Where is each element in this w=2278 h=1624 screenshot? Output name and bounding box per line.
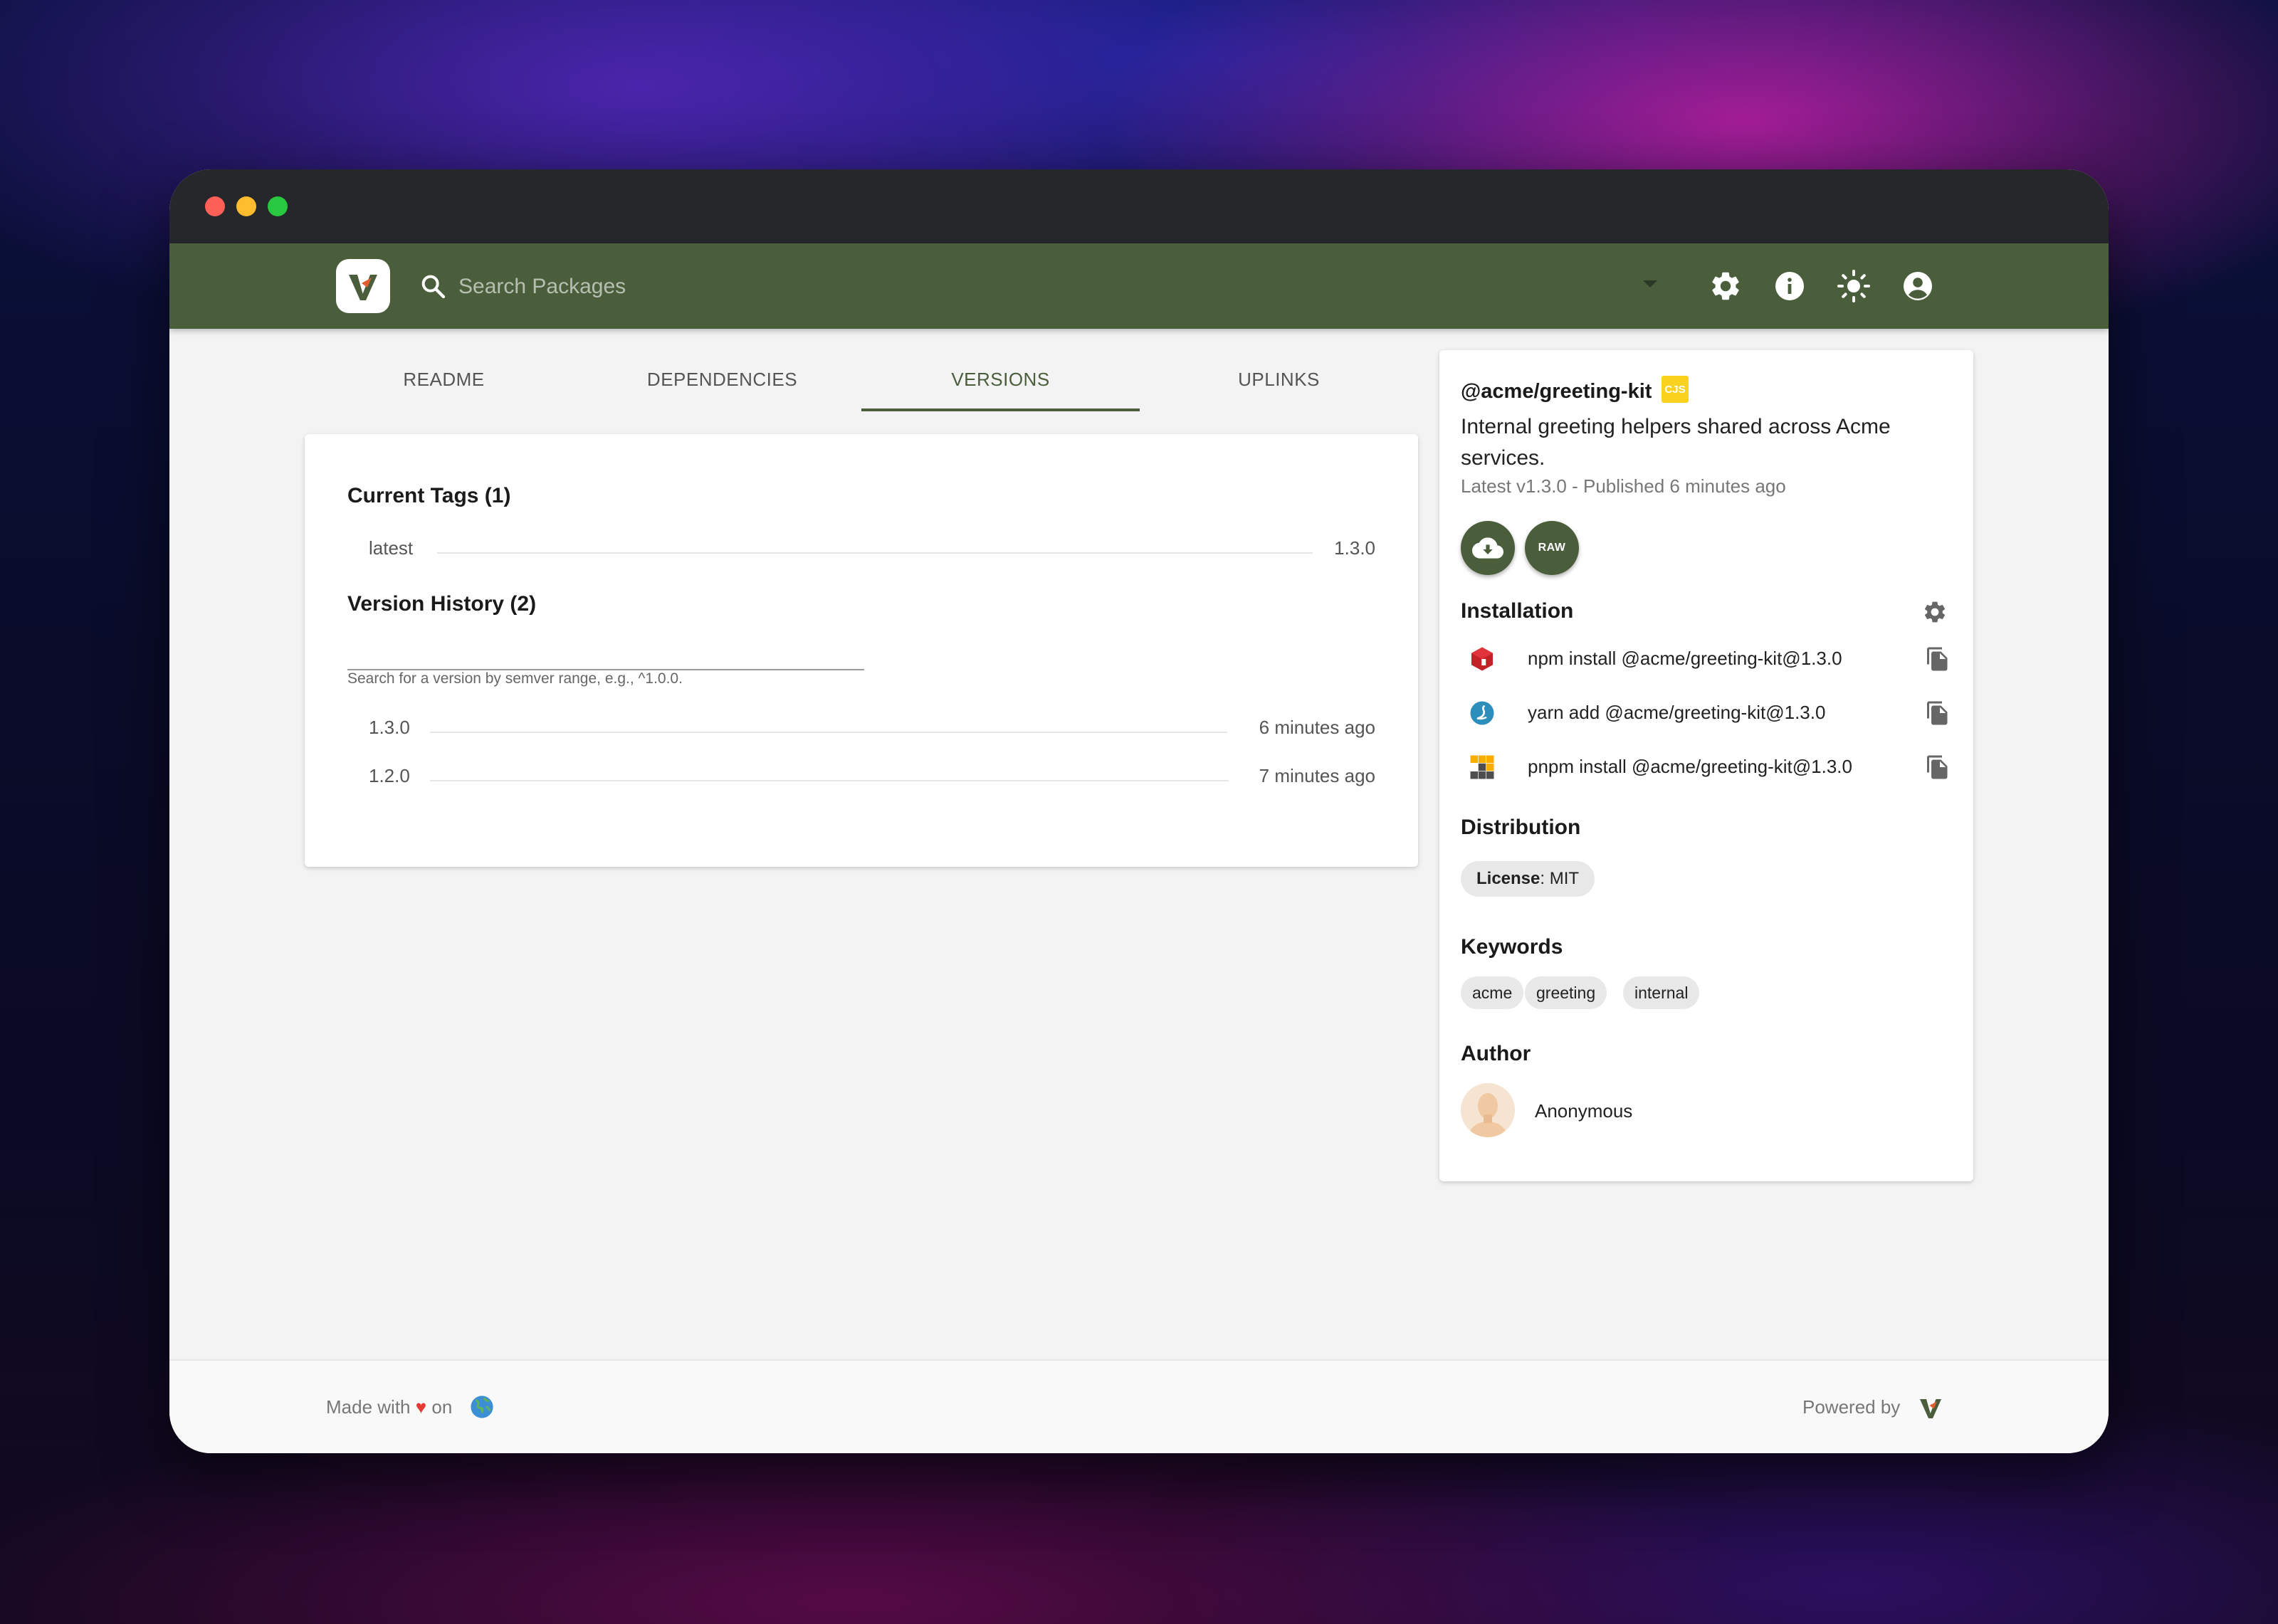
license-label: License xyxy=(1476,869,1540,888)
active-tab-indicator xyxy=(861,408,1140,411)
on-text: on xyxy=(431,1396,453,1418)
npm-icon xyxy=(1471,647,1493,671)
version-history-title: Version History (2) xyxy=(347,592,537,616)
tab-dependencies[interactable]: DEPENDENCIES xyxy=(583,353,861,406)
version-row-divider xyxy=(430,732,1227,733)
raw-label: RAW xyxy=(1538,542,1566,554)
cloud-download-icon xyxy=(1472,537,1503,559)
package-latest-meta: Latest v1.3.0 - Published 6 minutes ago xyxy=(1461,475,1786,497)
install-command-pnpm: pnpm install @acme/greeting-kit@1.3.0 xyxy=(1461,746,1952,789)
copy-icon[interactable] xyxy=(1925,700,1951,726)
verdaccio-logo[interactable] xyxy=(336,259,390,313)
author-avatar xyxy=(1461,1083,1515,1137)
search-icon xyxy=(421,275,446,299)
tab-readme[interactable]: README xyxy=(305,353,583,406)
package-description: Internal greeting helpers shared across … xyxy=(1461,415,1891,470)
cjs-module-badge: CJS xyxy=(1662,376,1689,403)
search-dropdown-icon[interactable] xyxy=(1643,280,1657,288)
tag-row-divider xyxy=(437,552,1313,554)
close-window-button[interactable] xyxy=(205,196,225,216)
current-tags-title: Current Tags (1) xyxy=(347,484,511,507)
made-with-text: Made with xyxy=(326,1396,411,1418)
settings-icon[interactable] xyxy=(1708,269,1743,303)
minimize-window-button[interactable] xyxy=(236,196,256,216)
tag-version-link[interactable]: 1.3.0 xyxy=(1334,537,1375,559)
keyword-chip[interactable]: greeting xyxy=(1525,976,1607,1009)
page-footer: Made with ♥ on Powered by xyxy=(169,1359,2109,1453)
tag-name: latest xyxy=(369,537,414,559)
maximize-window-button[interactable] xyxy=(268,196,288,216)
version-time: 6 minutes ago xyxy=(1259,717,1375,738)
install-command-yarn: yarn add @acme/greeting-kit@1.3.0 xyxy=(1461,692,1952,734)
install-command-text: yarn add @acme/greeting-kit@1.3.0 xyxy=(1528,702,1826,723)
avatar-person-icon xyxy=(1461,1083,1515,1137)
copy-icon[interactable] xyxy=(1925,754,1951,780)
theme-toggle-icon[interactable] xyxy=(1837,269,1871,303)
semver-search-helper: Search for a version by semver range, e.… xyxy=(347,670,683,687)
distribution-title: Distribution xyxy=(1461,816,1581,839)
version-link[interactable]: 1.2.0 xyxy=(369,765,410,787)
tab-versions[interactable]: VERSIONS xyxy=(861,353,1140,406)
license-value: : MIT xyxy=(1540,869,1580,888)
browser-window: README DEPENDENCIES VERSIONS UPLINKS Cur… xyxy=(169,169,2109,1453)
app-header xyxy=(169,243,2109,329)
semver-search-input[interactable] xyxy=(347,638,864,670)
pnpm-icon xyxy=(1470,755,1494,779)
installation-title: Installation xyxy=(1461,599,1574,623)
package-sidebar: @acme/greeting-kit CJS Internal greeting… xyxy=(1439,350,1973,1181)
tab-uplinks[interactable]: UPLINKS xyxy=(1140,353,1418,406)
copy-icon[interactable] xyxy=(1925,646,1951,672)
powered-by-text: Powered by xyxy=(1802,1396,1901,1418)
keyword-chip[interactable]: internal xyxy=(1623,976,1700,1009)
package-name: @acme/greeting-kit xyxy=(1461,380,1652,403)
download-tarball-button[interactable] xyxy=(1461,521,1515,575)
license-chip: License: MIT xyxy=(1461,861,1595,897)
search-input[interactable] xyxy=(457,263,1642,310)
footer-made-with: Made with ♥ on xyxy=(326,1396,452,1418)
install-command-text: npm install @acme/greeting-kit@1.3.0 xyxy=(1528,648,1842,669)
account-icon[interactable] xyxy=(1901,269,1935,303)
keyword-chip[interactable]: acme xyxy=(1461,976,1524,1009)
raw-manifest-button[interactable]: RAW xyxy=(1525,521,1579,575)
yarn-icon xyxy=(1470,701,1494,725)
globe-icon xyxy=(471,1396,493,1418)
author-name: Anonymous xyxy=(1535,1100,1633,1122)
verdaccio-footer-logo[interactable] xyxy=(1918,1395,1943,1420)
info-icon[interactable] xyxy=(1773,269,1807,303)
package-tabs: README DEPENDENCIES VERSIONS UPLINKS xyxy=(305,353,1418,406)
versions-panel: Current Tags (1) latest 1.3.0 Version Hi… xyxy=(305,434,1418,867)
keywords-title: Keywords xyxy=(1461,935,1563,959)
settings-icon[interactable] xyxy=(1922,599,1948,625)
version-time: 7 minutes ago xyxy=(1259,765,1375,786)
install-command-npm: npm install @acme/greeting-kit@1.3.0 xyxy=(1461,638,1952,680)
version-row-divider xyxy=(430,780,1229,781)
author-title: Author xyxy=(1461,1042,1531,1065)
heart-icon: ♥ xyxy=(415,1396,427,1418)
install-command-text: pnpm install @acme/greeting-kit@1.3.0 xyxy=(1528,756,1852,777)
window-titlebar xyxy=(169,169,2109,243)
version-link[interactable]: 1.3.0 xyxy=(369,717,410,739)
